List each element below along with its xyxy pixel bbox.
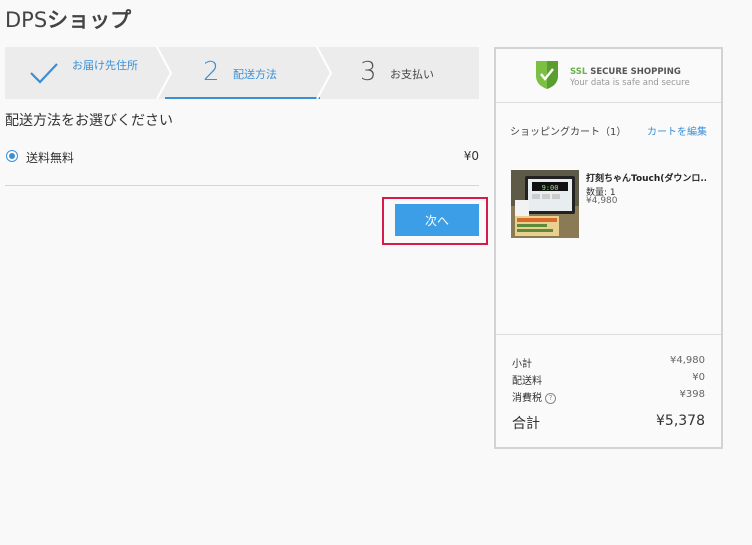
shop-title: DPSショップ [5, 4, 131, 34]
next-button[interactable]: 次へ [395, 204, 479, 236]
step-number: 3 [360, 57, 377, 87]
product-price: ¥4,980 [586, 196, 618, 206]
active-step-underline [165, 97, 320, 99]
step-label: お届け先住所 [72, 59, 138, 72]
shop-title-jp: ショップ [47, 8, 132, 32]
subtotal-label: 小計 [512, 359, 532, 370]
product-thumbnail-graphic: 9:00 [511, 170, 579, 238]
grand-total-value: ¥5,378 [656, 413, 705, 429]
shipping-fee-label: 配送料 [512, 376, 542, 387]
ssl-badge: SSL SECURE SHOPPING Your data is safe an… [496, 49, 721, 103]
shield-icon [536, 61, 558, 89]
ssl-title-text: SECURE SHOPPING [590, 67, 681, 77]
step-shipping-method[interactable]: 2 配送方法 [165, 47, 320, 99]
grand-total-row: 合計 ¥5,378 [512, 413, 705, 433]
grand-total-label: 合計 [512, 416, 540, 432]
help-icon[interactable]: ? [545, 393, 556, 404]
ssl-subtitle: Your data is safe and secure [570, 78, 690, 88]
shipping-option-price: ¥0 [463, 149, 479, 163]
step-payment[interactable]: 3 お支払い [320, 47, 479, 99]
product-image[interactable]: 9:00 [511, 170, 579, 238]
ssl-prefix: SSL [570, 67, 588, 77]
shipping-option-label: 送料無料 [26, 151, 75, 165]
product-name[interactable]: 打刻ちゃんTouch(ダウンロ... [586, 171, 706, 184]
step-label: 配送方法 [233, 68, 277, 81]
shipping-fee-value: ¥0 [692, 372, 705, 383]
divider [496, 334, 721, 335]
tax-row: 消費税? ¥398 [512, 389, 705, 404]
divider [5, 185, 479, 186]
cart-heading: ショッピングカート（1） [510, 127, 627, 138]
cart-summary-panel: SSL SECURE SHOPPING Your data is safe an… [494, 47, 723, 449]
step-number: 2 [203, 57, 220, 87]
subtotal-value: ¥4,980 [670, 355, 705, 366]
step-label: お支払い [390, 68, 434, 81]
ssl-title: SSL SECURE SHOPPING [570, 67, 681, 77]
radio-button[interactable] [6, 150, 18, 162]
subtotal-row: 小計 ¥4,980 [512, 355, 705, 370]
edit-cart-link[interactable]: カートを編集 [647, 123, 707, 138]
shipping-option-free[interactable]: 送料無料 ¥0 [5, 148, 479, 166]
tax-label: 消費税 [512, 393, 542, 404]
step-shipping-address[interactable]: お届け先住所 [5, 47, 165, 99]
shipping-fee-row: 配送料 ¥0 [512, 372, 705, 387]
shop-title-latin: DPS [5, 8, 48, 32]
checkout-stepper: お届け先住所 2 配送方法 3 お支払い [5, 47, 479, 99]
check-icon [30, 63, 58, 84]
tax-value: ¥398 [679, 389, 705, 400]
section-title: 配送方法をお選びください [5, 113, 173, 129]
product-screen-text: 9:00 [542, 184, 559, 192]
